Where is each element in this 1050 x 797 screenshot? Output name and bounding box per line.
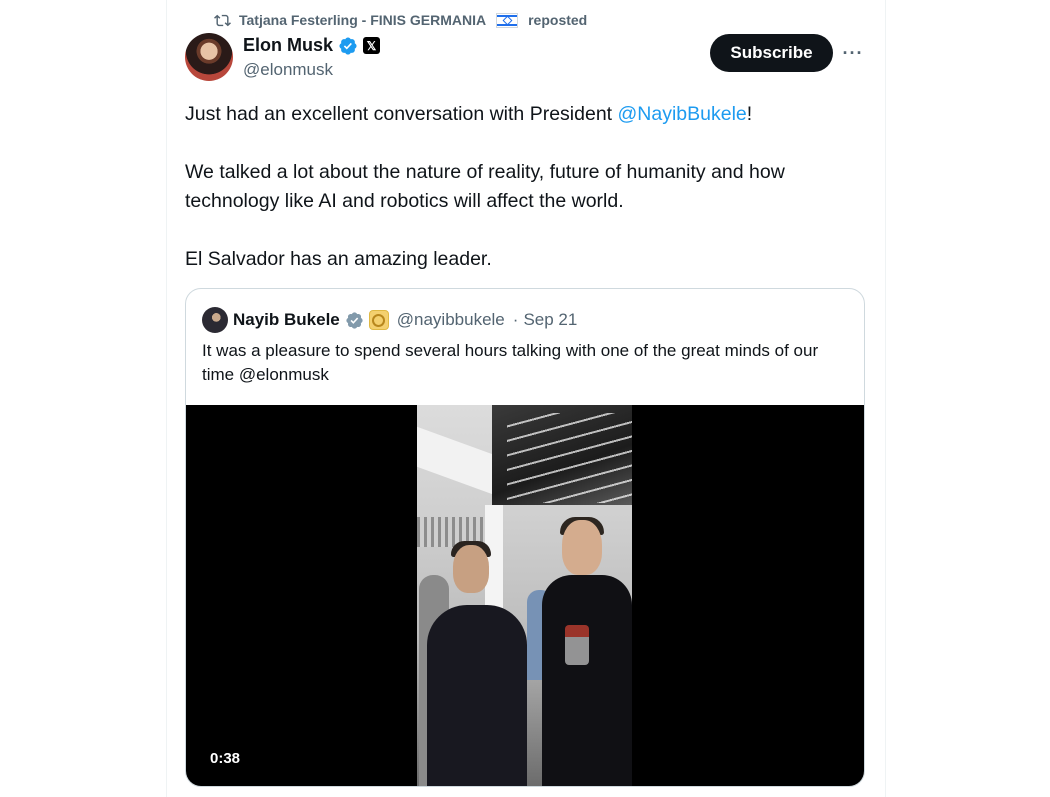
- video-player[interactable]: 0:38: [186, 405, 864, 786]
- author-handle[interactable]: @elonmusk: [243, 60, 333, 80]
- quote-author-avatar[interactable]: [202, 307, 228, 333]
- repost-icon: [214, 14, 231, 26]
- video-duration: 0:38: [210, 749, 241, 767]
- tweet-paragraph-2: We talked a lot about the nature of real…: [185, 161, 785, 212]
- verified-icon[interactable]: [338, 36, 358, 56]
- quote-date[interactable]: Sep 21: [523, 310, 577, 330]
- quote-separator: ·: [512, 310, 519, 329]
- quote-header: Nayib Bukele @nayibbukele · Sep 21: [202, 307, 577, 333]
- gold-affiliate-icon[interactable]: [368, 310, 389, 330]
- tweet-paragraph-3: El Salvador has an amazing leader.: [185, 248, 492, 270]
- author-avatar[interactable]: [185, 33, 233, 81]
- quoted-tweet[interactable]: Nayib Bukele @nayibbukele · Sep 21 It wa…: [185, 288, 865, 787]
- quote-author-handle[interactable]: @nayibbukele: [397, 310, 505, 330]
- quote-author-name[interactable]: Nayib Bukele: [233, 310, 340, 330]
- quote-text: It was a pleasure to spend several hours…: [202, 341, 819, 384]
- author-name-row: Elon Musk 𝕏: [243, 35, 381, 56]
- mention-link[interactable]: @NayibBukele: [618, 103, 747, 125]
- repost-header[interactable]: Tatjana Festerling - FINIS GERMANIA repo…: [214, 10, 587, 30]
- subscribe-button[interactable]: Subscribe: [710, 34, 833, 72]
- verified-icon[interactable]: [345, 311, 364, 330]
- video-frame: [417, 405, 632, 786]
- tweet-text: Just had an excellent conversation with …: [185, 100, 865, 274]
- tweet-text-part: Just had an excellent conversation with …: [185, 103, 618, 125]
- author-name[interactable]: Elon Musk: [243, 35, 333, 56]
- israel-flag-icon: [496, 12, 519, 28]
- tweet-paragraph-1: Just had an excellent conversation with …: [185, 100, 865, 129]
- tweet-text-part: !: [746, 103, 753, 125]
- x-affiliate-icon[interactable]: 𝕏: [363, 37, 381, 54]
- reposter-name[interactable]: Tatjana Festerling - FINIS GERMANIA: [239, 12, 486, 28]
- repost-suffix: reposted: [528, 12, 588, 28]
- more-icon[interactable]: ···: [838, 40, 868, 66]
